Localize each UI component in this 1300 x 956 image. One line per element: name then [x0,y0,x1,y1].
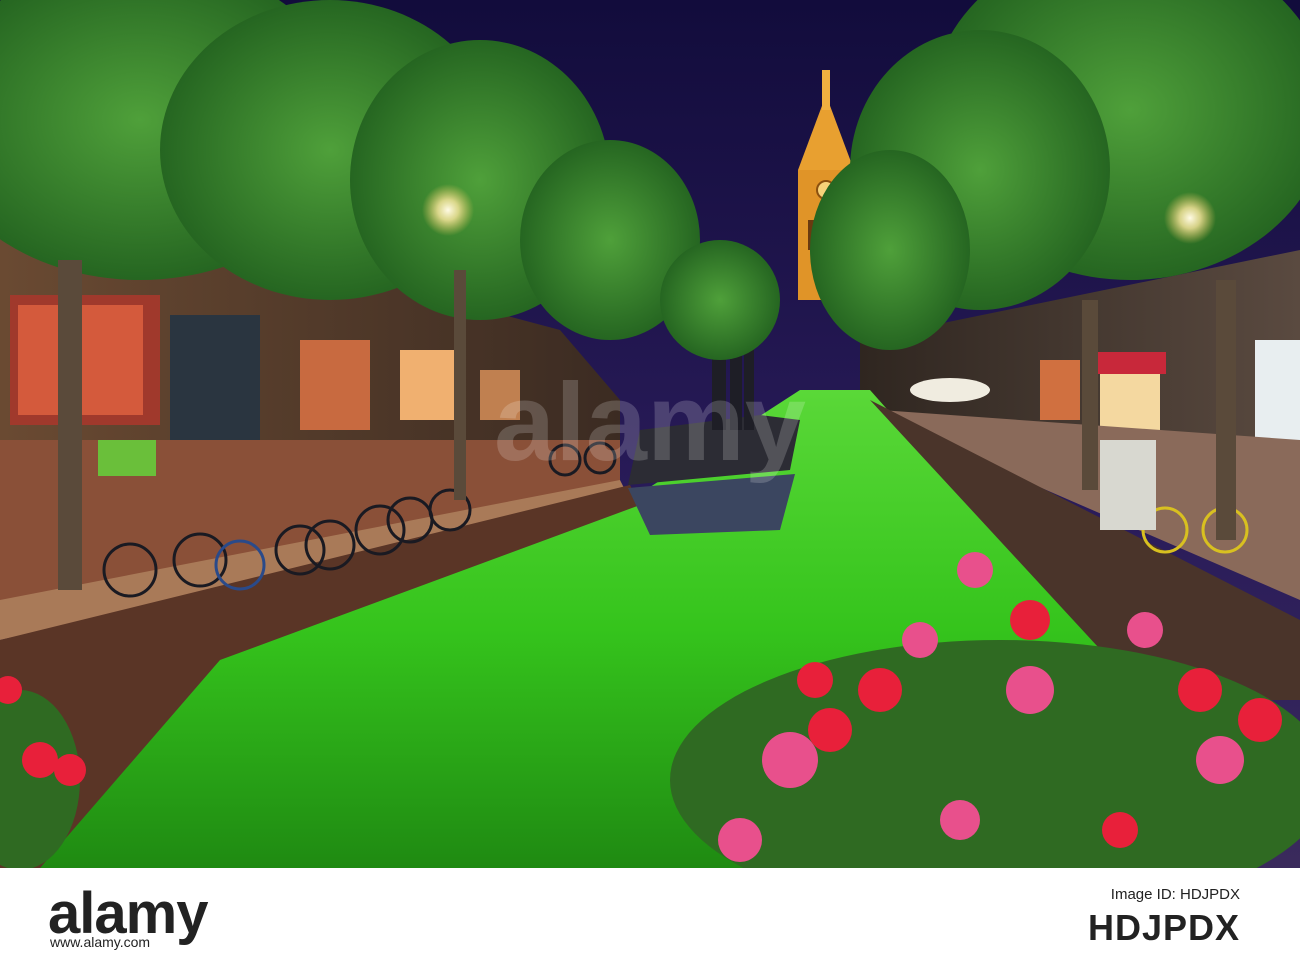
shop-window [400,350,460,420]
image-id-block: Image ID: HDJPDX HDJPDX [1088,886,1240,949]
green-bench [98,440,156,476]
image-id: HDJPDX [1087,907,1240,948]
image-id-label: Image ID: HDJPDX [1110,886,1240,903]
cafe-umbrella [910,378,990,402]
watermark-logo: alamy [494,361,806,484]
street-lamp [1164,192,1216,244]
street-lamp [422,184,474,236]
site-url[interactable]: www.alamy.com [50,934,150,950]
shop-window [1040,360,1080,420]
utility-box [1100,440,1156,530]
shop-window [300,340,370,430]
shop-window [170,315,260,445]
canal-night-scene: alamy [0,0,1300,868]
footer-bar: alamy Image ID: HDJPDX HDJPDX www.alamy.… [0,868,1300,956]
shop-awning [1098,352,1166,374]
